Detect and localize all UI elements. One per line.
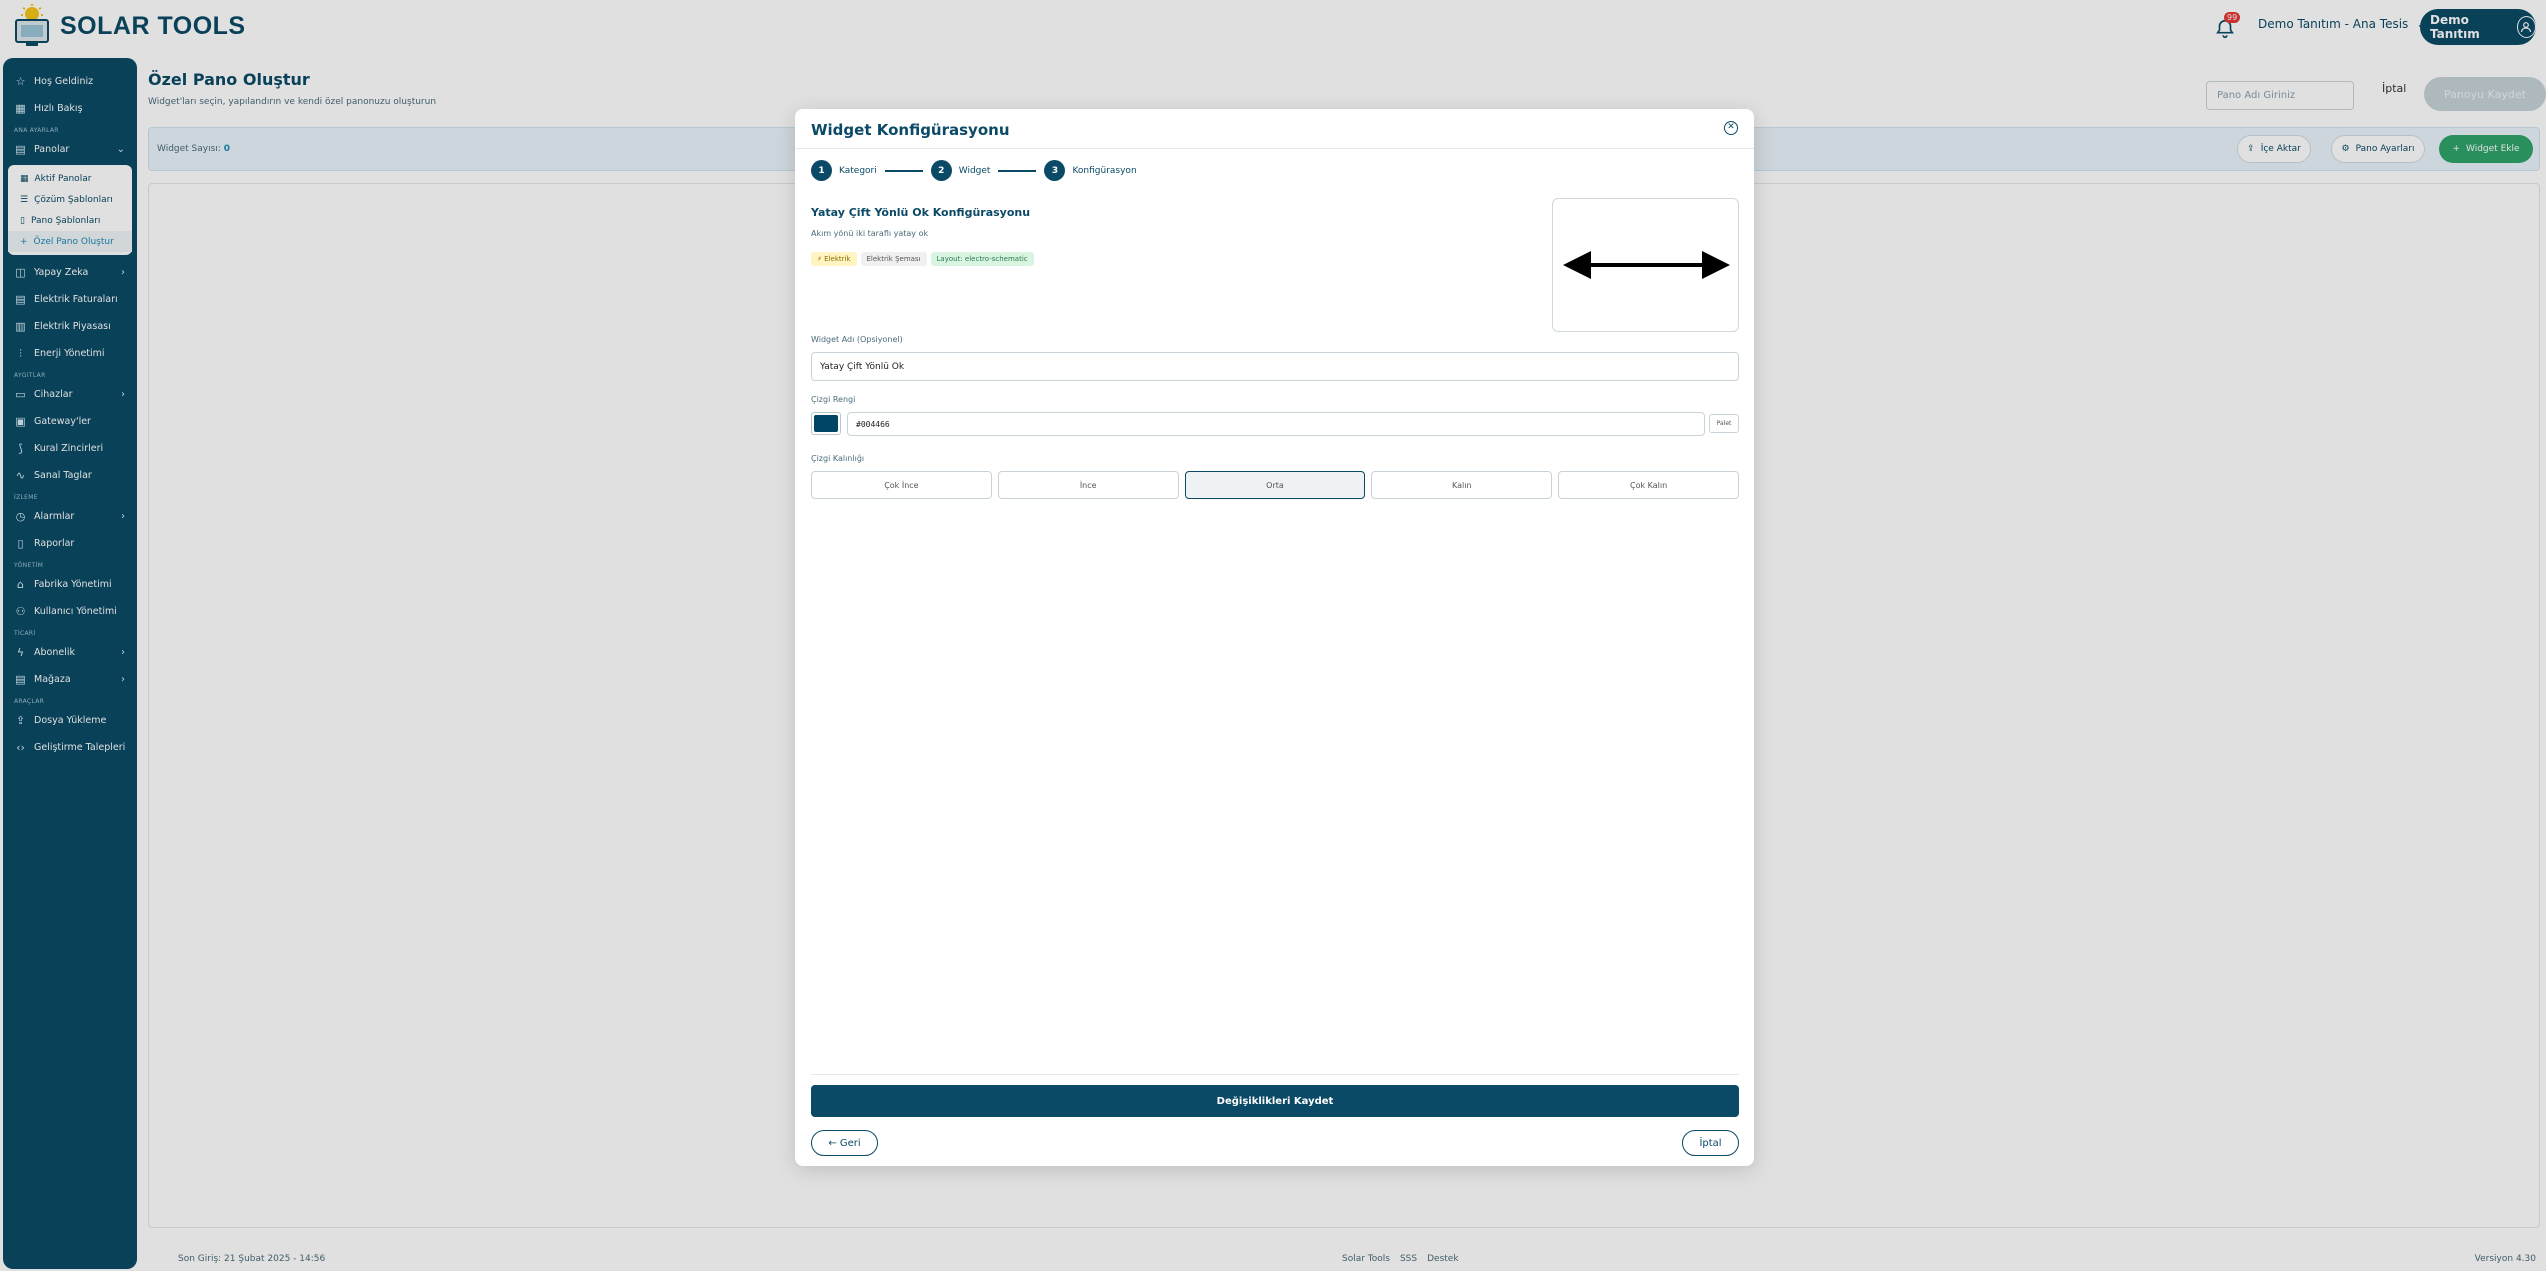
close-icon[interactable]: ✕ [1724,121,1738,135]
modal-divider [811,1074,1739,1075]
color-swatch[interactable] [811,412,841,435]
line-color-label: Çizgi Rengi [811,395,856,404]
color-swatch-fill [814,415,838,432]
double-arrow-icon [1563,251,1730,279]
step-category[interactable]: 1 Kategori [811,160,877,181]
thickness-option-thick[interactable]: Kalın [1371,471,1553,499]
color-hex-input[interactable]: #004466 [847,412,1705,436]
config-description: Akım yönü iki taraflı yatay ok [811,229,929,238]
step-number: 1 [811,160,832,181]
step-widget[interactable]: 2 Widget [930,160,991,181]
line-thickness-label: Çizgi Kalınlığı [811,454,865,463]
thickness-option-medium[interactable]: Orta [1184,471,1366,499]
modal-title: Widget Konfigürasyonu [811,121,1010,139]
widget-tags: ⚡ Elektrik Elektrik Şeması Layout: elect… [811,252,1034,266]
tag-electric: ⚡ Elektrik [811,252,857,266]
widget-name-label: Widget Adı (Opsiyonel) [811,335,903,344]
step-label: Widget [958,165,991,176]
step-configuration[interactable]: 3 Konfigürasyon [1044,160,1137,181]
thickness-option-very-thick[interactable]: Çok Kalın [1558,471,1739,499]
step-connector [884,169,923,172]
step-number: 3 [1044,160,1066,181]
save-changes-button[interactable]: Değişiklikleri Kaydet [811,1085,1739,1117]
widget-config-modal: Widget Konfigürasyonu ✕ 1 Kategori 2 Wid… [795,109,1754,1166]
tag-schematic: Elektrik Şeması [860,252,927,266]
tag-layout: Layout: electro-schematic [930,252,1034,266]
step-label: Konfigürasyon [1072,165,1137,176]
wizard-steps: 1 Kategori 2 Widget 3 Konfigürasyon [811,160,1137,181]
widget-preview [1552,198,1739,332]
config-title: Yatay Çift Yönlü Ok Konfigürasyonu [811,206,1031,219]
widget-name-input[interactable]: Yatay Çift Yönlü Ok [811,352,1739,381]
thickness-option-very-thin[interactable]: Çok İnce [811,471,992,499]
step-number: 2 [930,160,952,181]
step-label: Kategori [839,165,877,176]
thickness-option-thin[interactable]: İnce [997,471,1179,499]
palette-button[interactable]: Palet [1709,414,1739,433]
step-connector [998,169,1037,172]
modal-cancel-button[interactable]: İptal [1682,1130,1739,1156]
thickness-options: Çok İnce İnce Orta Kalın Çok Kalın [811,471,1739,499]
modal-header: Widget Konfigürasyonu ✕ [795,109,1754,149]
back-button[interactable]: ← Geri [811,1130,878,1156]
